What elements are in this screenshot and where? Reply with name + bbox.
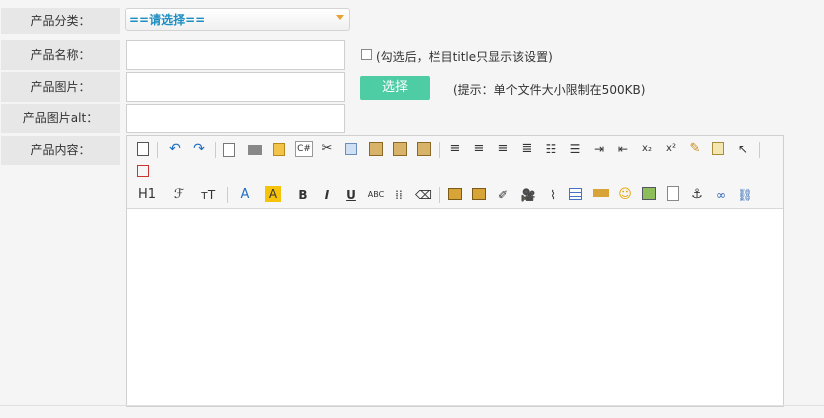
editor-toolbar: ↶ ↷ C# ✂ ≡ ≡ ≡ ≣ ☷ ☰ ⇥ ⇤ x₂ x² ✎ ↖ H1 ℱ … bbox=[127, 136, 783, 209]
insert-code-icon[interactable]: C# bbox=[295, 141, 313, 157]
category-select[interactable]: ==请选择== bbox=[125, 8, 350, 31]
content-label: 产品内容： bbox=[1, 136, 120, 165]
font-color-dropdown[interactable]: A bbox=[237, 186, 253, 204]
alt-label: 产品图片alt： bbox=[1, 104, 120, 133]
align-justify-icon[interactable]: ≣ bbox=[519, 140, 535, 158]
select-all-icon[interactable] bbox=[712, 142, 724, 155]
cursor-icon[interactable]: ↖ bbox=[735, 140, 751, 158]
underline-button[interactable]: U bbox=[343, 186, 359, 204]
paste-icon[interactable] bbox=[369, 142, 383, 156]
copy-icon[interactable] bbox=[345, 143, 357, 155]
link-icon[interactable]: ∞ bbox=[713, 186, 729, 204]
name-label: 产品名称： bbox=[1, 40, 120, 70]
redo-icon[interactable]: ↷ bbox=[191, 140, 207, 158]
align-left-icon[interactable]: ≡ bbox=[447, 140, 463, 158]
print-icon[interactable] bbox=[248, 145, 262, 155]
editor-content-area[interactable] bbox=[127, 209, 783, 406]
ordered-list-icon[interactable]: ☷ bbox=[543, 140, 559, 158]
paste-word-icon[interactable] bbox=[417, 142, 431, 156]
unlink-icon[interactable]: ⛓ bbox=[737, 186, 753, 204]
anchor-icon[interactable]: ⚓ bbox=[689, 186, 705, 204]
title-checkbox-hint: (勾选后，栏目title只显示该设置) bbox=[376, 50, 553, 64]
image-size-hint: (提示：单个文件大小限制在500KB) bbox=[453, 83, 646, 97]
name-input[interactable] bbox=[126, 40, 345, 70]
fullscreen-icon[interactable] bbox=[137, 165, 149, 177]
undo-icon[interactable]: ↶ bbox=[167, 140, 183, 158]
preview-icon[interactable] bbox=[223, 143, 235, 157]
font-family-dropdown[interactable]: ℱ bbox=[169, 186, 189, 204]
superscript-icon[interactable]: x² bbox=[663, 140, 679, 158]
toolbar-separator bbox=[439, 187, 440, 203]
outdent-icon[interactable]: ⇤ bbox=[615, 140, 631, 158]
choose-image-button[interactable]: 选择 bbox=[360, 76, 430, 100]
unordered-list-icon[interactable]: ☰ bbox=[567, 140, 583, 158]
template-icon[interactable] bbox=[273, 143, 285, 156]
link-edit-icon[interactable]: ✐ bbox=[495, 186, 511, 204]
italic-button[interactable]: I bbox=[319, 186, 335, 204]
background-color-dropdown[interactable]: A bbox=[265, 186, 281, 202]
horizontal-rule-icon[interactable]: ⁞⁞ bbox=[391, 186, 407, 204]
bold-button[interactable]: B bbox=[295, 186, 311, 204]
page-bottom-divider bbox=[0, 405, 824, 406]
title-only-checkbox[interactable] bbox=[361, 49, 372, 60]
image-icon[interactable] bbox=[642, 187, 656, 200]
chevron-down-icon bbox=[336, 15, 344, 20]
eraser-icon[interactable]: ⌫ bbox=[415, 186, 432, 204]
source-code-icon[interactable] bbox=[137, 142, 149, 156]
align-right-icon[interactable]: ≡ bbox=[495, 140, 511, 158]
subscript-icon[interactable]: x₂ bbox=[639, 140, 655, 158]
toolbar-separator bbox=[439, 142, 440, 158]
toolbar-separator bbox=[759, 142, 760, 158]
clear-format-icon[interactable]: ✎ bbox=[687, 140, 703, 158]
page-break-icon[interactable] bbox=[667, 186, 679, 201]
font-size-dropdown[interactable]: тT bbox=[197, 186, 219, 204]
insert-row-below-icon[interactable] bbox=[472, 188, 486, 200]
category-select-value: ==请选择== bbox=[129, 13, 206, 27]
toolbar-separator bbox=[157, 142, 158, 158]
category-label: 产品分类： bbox=[1, 8, 120, 34]
video-icon[interactable]: 🎥 bbox=[519, 186, 537, 204]
strikethrough-button[interactable]: ABC bbox=[367, 186, 385, 204]
alt-input[interactable] bbox=[126, 104, 345, 133]
image-label: 产品图片： bbox=[1, 72, 120, 102]
cut-icon[interactable]: ✂ bbox=[319, 140, 335, 158]
toolbar-separator bbox=[227, 187, 228, 203]
insert-row-above-icon[interactable] bbox=[448, 188, 462, 200]
emoji-icon[interactable]: ☺ bbox=[617, 186, 633, 204]
heading-dropdown[interactable]: H1 bbox=[135, 186, 159, 204]
rich-text-editor: ↶ ↷ C# ✂ ≡ ≡ ≡ ≣ ☷ ☰ ⇥ ⇤ x₂ x² ✎ ↖ H1 ℱ … bbox=[126, 135, 784, 407]
insert-column-icon[interactable] bbox=[593, 189, 609, 197]
image-path-input[interactable] bbox=[126, 72, 345, 102]
paste-text-icon[interactable] bbox=[393, 142, 407, 156]
indent-icon[interactable]: ⇥ bbox=[591, 140, 607, 158]
table-icon[interactable] bbox=[569, 188, 582, 200]
toolbar-separator bbox=[215, 142, 216, 158]
align-center-icon[interactable]: ≡ bbox=[471, 140, 487, 158]
attachment-icon[interactable]: ⌇ bbox=[545, 186, 561, 204]
